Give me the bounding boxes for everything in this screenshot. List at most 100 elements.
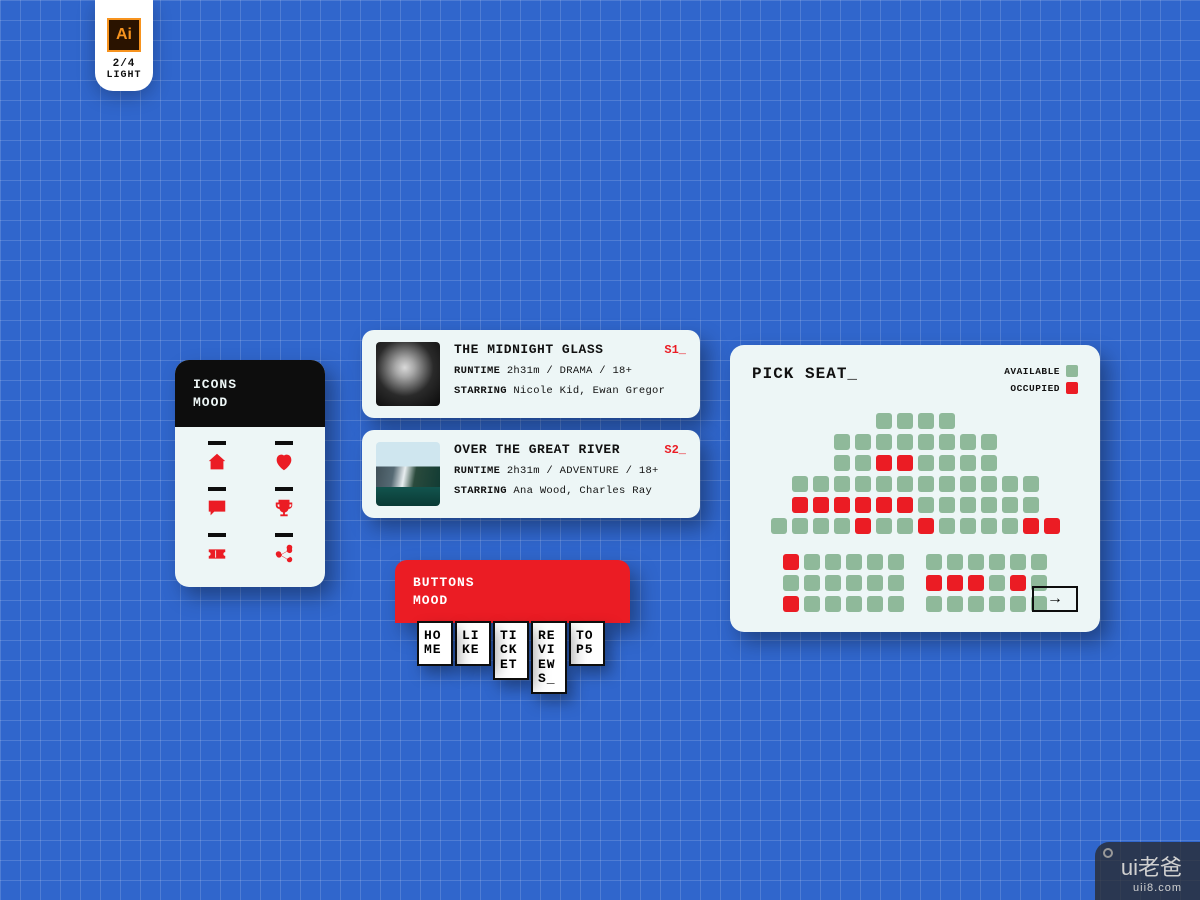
seat-row	[926, 575, 1047, 591]
seat-available[interactable]	[888, 554, 904, 570]
seat-available[interactable]	[926, 596, 942, 612]
seat-available[interactable]	[804, 596, 820, 612]
seat-available[interactable]	[804, 554, 820, 570]
seat-available[interactable]	[989, 554, 1005, 570]
seat-available[interactable]	[897, 518, 913, 534]
seat-available[interactable]	[968, 596, 984, 612]
seat-available[interactable]	[939, 476, 955, 492]
seat-available[interactable]	[897, 413, 913, 429]
seat-available[interactable]	[1023, 497, 1039, 513]
seat-available[interactable]	[918, 413, 934, 429]
seat-available[interactable]	[926, 554, 942, 570]
seat-available[interactable]	[989, 575, 1005, 591]
seat-available[interactable]	[939, 497, 955, 513]
seat-available[interactable]	[947, 554, 963, 570]
seat-available[interactable]	[855, 434, 871, 450]
seat-available[interactable]	[918, 497, 934, 513]
seat-available[interactable]	[834, 434, 850, 450]
seat-available[interactable]	[876, 476, 892, 492]
seat-available[interactable]	[897, 476, 913, 492]
seat-available[interactable]	[960, 497, 976, 513]
seat-available[interactable]	[968, 554, 984, 570]
seat-available[interactable]	[897, 434, 913, 450]
tab-top5[interactable]: TOP5	[569, 621, 605, 666]
tab-like[interactable]: LIKE	[455, 621, 491, 666]
seat-available[interactable]	[1002, 518, 1018, 534]
seat-available[interactable]	[867, 575, 883, 591]
seat-available[interactable]	[792, 476, 808, 492]
seat-available[interactable]	[867, 554, 883, 570]
seat-available[interactable]	[1010, 596, 1026, 612]
seat-available[interactable]	[981, 518, 997, 534]
seat-available[interactable]	[834, 476, 850, 492]
tab-ticket[interactable]: TICKET	[493, 621, 529, 680]
seat-available[interactable]	[1023, 476, 1039, 492]
seat-available[interactable]	[981, 476, 997, 492]
icon-cell-share[interactable]	[260, 533, 307, 565]
seat-available[interactable]	[960, 434, 976, 450]
seat-available[interactable]	[1002, 497, 1018, 513]
seat-available[interactable]	[813, 518, 829, 534]
icon-cell-home[interactable]	[193, 441, 240, 473]
tab-home[interactable]: HOME	[417, 621, 453, 666]
seat-available[interactable]	[855, 476, 871, 492]
seat-available[interactable]	[1031, 554, 1047, 570]
seat-available[interactable]	[939, 434, 955, 450]
seat-available[interactable]	[960, 518, 976, 534]
seat-available[interactable]	[813, 476, 829, 492]
icon-cell-ticket[interactable]	[193, 533, 240, 565]
seat-available[interactable]	[876, 413, 892, 429]
seat-row	[926, 596, 1047, 612]
seat-available[interactable]	[846, 596, 862, 612]
seat-available[interactable]	[888, 575, 904, 591]
seat-available[interactable]	[846, 575, 862, 591]
runtime-label: RUNTIME	[454, 465, 500, 477]
seat-available[interactable]	[960, 455, 976, 471]
seat-available[interactable]	[804, 575, 820, 591]
seat-available[interactable]	[1002, 476, 1018, 492]
seat-available[interactable]	[939, 455, 955, 471]
movie-card-2[interactable]: OVER THE GREAT RIVER S2_ RUNTIME 2h31m /…	[362, 430, 700, 518]
icon-cell-heart[interactable]	[260, 441, 307, 473]
seat-available[interactable]	[771, 518, 787, 534]
icons-mood-card: ICONS MOOD	[175, 360, 325, 587]
tab-reviews[interactable]: REVIEWS_	[531, 621, 567, 694]
seat-available[interactable]	[960, 476, 976, 492]
seat-available[interactable]	[834, 518, 850, 534]
seat-available[interactable]	[825, 554, 841, 570]
seat-available[interactable]	[1010, 554, 1026, 570]
dash-icon	[208, 441, 226, 445]
seat-available[interactable]	[846, 554, 862, 570]
seat-available[interactable]	[947, 596, 963, 612]
seat-available[interactable]	[918, 434, 934, 450]
seat-available[interactable]	[825, 596, 841, 612]
movie-card-1[interactable]: THE MIDNIGHT GLASS S1_ RUNTIME 2h31m / D…	[362, 330, 700, 418]
seat-available[interactable]	[989, 596, 1005, 612]
icon-cell-review[interactable]	[193, 487, 240, 519]
seat-available[interactable]	[981, 455, 997, 471]
seat-available[interactable]	[939, 518, 955, 534]
seat-available[interactable]	[867, 596, 883, 612]
seat-available[interactable]	[825, 575, 841, 591]
seat-available[interactable]	[834, 455, 850, 471]
next-button[interactable]: →	[1032, 586, 1078, 612]
watermark-sub: uii8.com	[1121, 882, 1182, 894]
movie-runtime: RUNTIME 2h31m / ADVENTURE / 18+	[454, 465, 686, 477]
seat-available[interactable]	[792, 518, 808, 534]
seat-available[interactable]	[855, 455, 871, 471]
seat-available[interactable]	[918, 455, 934, 471]
seat-available[interactable]	[783, 575, 799, 591]
seat-available[interactable]	[939, 413, 955, 429]
seat-available[interactable]	[981, 497, 997, 513]
runtime-value: 2h31m / DRAMA / 18+	[507, 365, 632, 377]
seat-available[interactable]	[981, 434, 997, 450]
icon-cell-trophy[interactable]	[260, 487, 307, 519]
seat-row	[771, 518, 1060, 534]
seat-available[interactable]	[876, 518, 892, 534]
seat-occupied	[897, 497, 913, 513]
seat-available[interactable]	[888, 596, 904, 612]
seat-occupied	[876, 497, 892, 513]
icons-mood-header: ICONS MOOD	[175, 360, 325, 427]
seat-available[interactable]	[876, 434, 892, 450]
seat-available[interactable]	[918, 476, 934, 492]
